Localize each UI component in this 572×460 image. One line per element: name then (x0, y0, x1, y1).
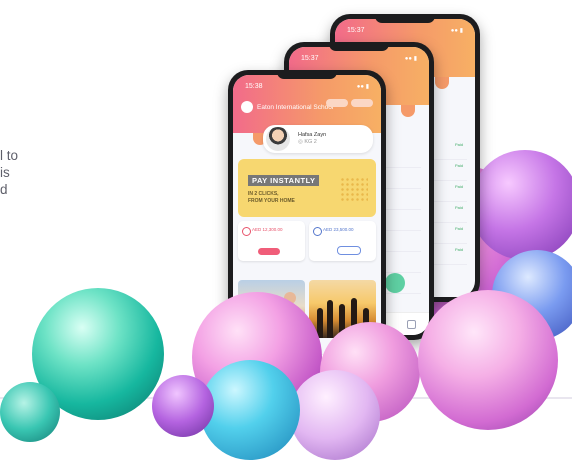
side-text-line-1: l to (0, 148, 19, 163)
decor-ball-lavender (290, 370, 380, 460)
school-name: Eaton International School (241, 101, 333, 113)
decor-ball-cyan (200, 360, 300, 460)
decor-ball-purple-small (152, 375, 214, 437)
phone-middle-time: 15:37 (301, 55, 319, 62)
pay-now-button[interactable] (258, 248, 280, 255)
decor-ball-pink-right (418, 290, 558, 430)
header-actions[interactable] (326, 99, 373, 107)
promo-title: PAY INSTANTLY (248, 175, 320, 186)
signal-icon: ●● ▮ (450, 28, 463, 34)
signal-icon: ●● ▮ (356, 84, 369, 90)
due-icon (242, 227, 251, 236)
fee-cards: AED 12,300.00 AED 23,500.00 (238, 221, 376, 261)
side-text-fragment: l to is d (0, 147, 18, 198)
phone-middle-pay-button[interactable] (385, 273, 405, 293)
signal-icon: ●● ▮ (404, 56, 417, 62)
due-card[interactable]: AED 12,300.00 (238, 221, 305, 261)
side-text-line-3: d (0, 182, 8, 197)
phone-back-time: 15:37 (347, 27, 365, 34)
decor-ball-teal-small (0, 382, 60, 442)
school-logo-icon (241, 101, 253, 113)
paid-card[interactable]: AED 23,500.00 (309, 221, 376, 261)
school-name-label: Eaton International School (257, 103, 334, 111)
status-time: 15:38 (245, 83, 263, 90)
promo-subtitle: IN 2 CLICKS, FROM YOUR HOME (248, 191, 295, 204)
promo-banner[interactable]: PAY INSTANTLY IN 2 CLICKS, FROM YOUR HOM… (238, 159, 376, 217)
paid-amount: AED 23,500.00 (323, 227, 354, 232)
student-card[interactable]: Hafsa Zayn ◎ KG 2 (263, 125, 373, 153)
view-button[interactable] (337, 246, 361, 255)
student-avatar (266, 127, 290, 151)
paid-icon (313, 227, 322, 236)
promo-pattern (340, 177, 368, 201)
side-text-line-2: is (0, 165, 10, 180)
student-grade: ◎ KG 2 (298, 139, 317, 145)
decor-ball-purple (470, 150, 572, 260)
student-name: Hafsa Zayn (298, 132, 327, 138)
due-amount: AED 12,300.00 (252, 227, 283, 232)
